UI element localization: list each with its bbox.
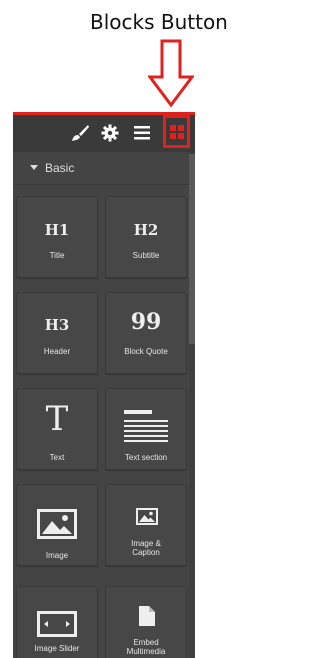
panel-toolbar — [13, 112, 195, 152]
text-icon: T — [45, 399, 69, 439]
block-label: Block Quote — [124, 347, 168, 356]
block-text-section[interactable]: Text section — [105, 388, 187, 470]
caret-down-icon — [30, 165, 38, 170]
blocks-grid-icon — [169, 124, 184, 139]
block-label: Text section — [124, 453, 168, 462]
blocks-panel: Basic H1 Title H2 Subtitle H3 Header 99 … — [13, 112, 195, 658]
block-image-caption[interactable]: Image & Caption — [105, 484, 187, 566]
block-header[interactable]: H3 Header — [16, 292, 98, 374]
category-label: Basic — [45, 161, 75, 175]
block-label: Text — [49, 453, 65, 462]
block-label-line1: Image & — [131, 539, 161, 548]
block-label-line1: Embed — [133, 638, 159, 647]
block-label: Image — [45, 551, 69, 560]
image-icon — [37, 509, 77, 539]
block-label-line2: Caption — [132, 548, 160, 557]
quote-icon: 99 — [130, 309, 162, 335]
block-embed-multimedia[interactable]: Embed Multimedia — [105, 586, 187, 658]
block-label-line2: Multimedia — [126, 647, 166, 656]
block-label: Image Slider — [34, 644, 80, 653]
block-label: Title — [49, 251, 65, 260]
block-subtitle[interactable]: H2 Subtitle — [105, 196, 187, 278]
block-text[interactable]: T Text — [16, 388, 98, 470]
category-basic[interactable]: Basic — [13, 152, 189, 185]
block-label: Header — [43, 347, 71, 356]
gear-icon[interactable] — [101, 124, 119, 142]
image-slider-icon — [37, 611, 77, 637]
block-image-slider[interactable]: Image Slider — [16, 586, 98, 658]
h1-icon: H1 — [44, 221, 70, 239]
block-label: Subtitle — [132, 251, 160, 260]
blocks-button[interactable] — [163, 115, 190, 148]
brush-icon[interactable] — [70, 124, 90, 142]
block-image[interactable]: Image — [16, 484, 98, 566]
annotation-label: Blocks Button — [90, 10, 228, 34]
text-section-icon — [124, 410, 168, 442]
image-caption-icon — [136, 508, 158, 525]
scrollbar-thumb[interactable] — [189, 154, 195, 344]
file-icon — [139, 606, 155, 626]
h3-icon: H3 — [44, 316, 70, 334]
h2-icon: H2 — [133, 221, 159, 239]
block-quote[interactable]: 99 Block Quote — [105, 292, 187, 374]
block-title[interactable]: H1 Title — [16, 196, 98, 278]
hamburger-icon[interactable] — [134, 126, 150, 140]
annotation-arrow-icon — [148, 39, 194, 107]
